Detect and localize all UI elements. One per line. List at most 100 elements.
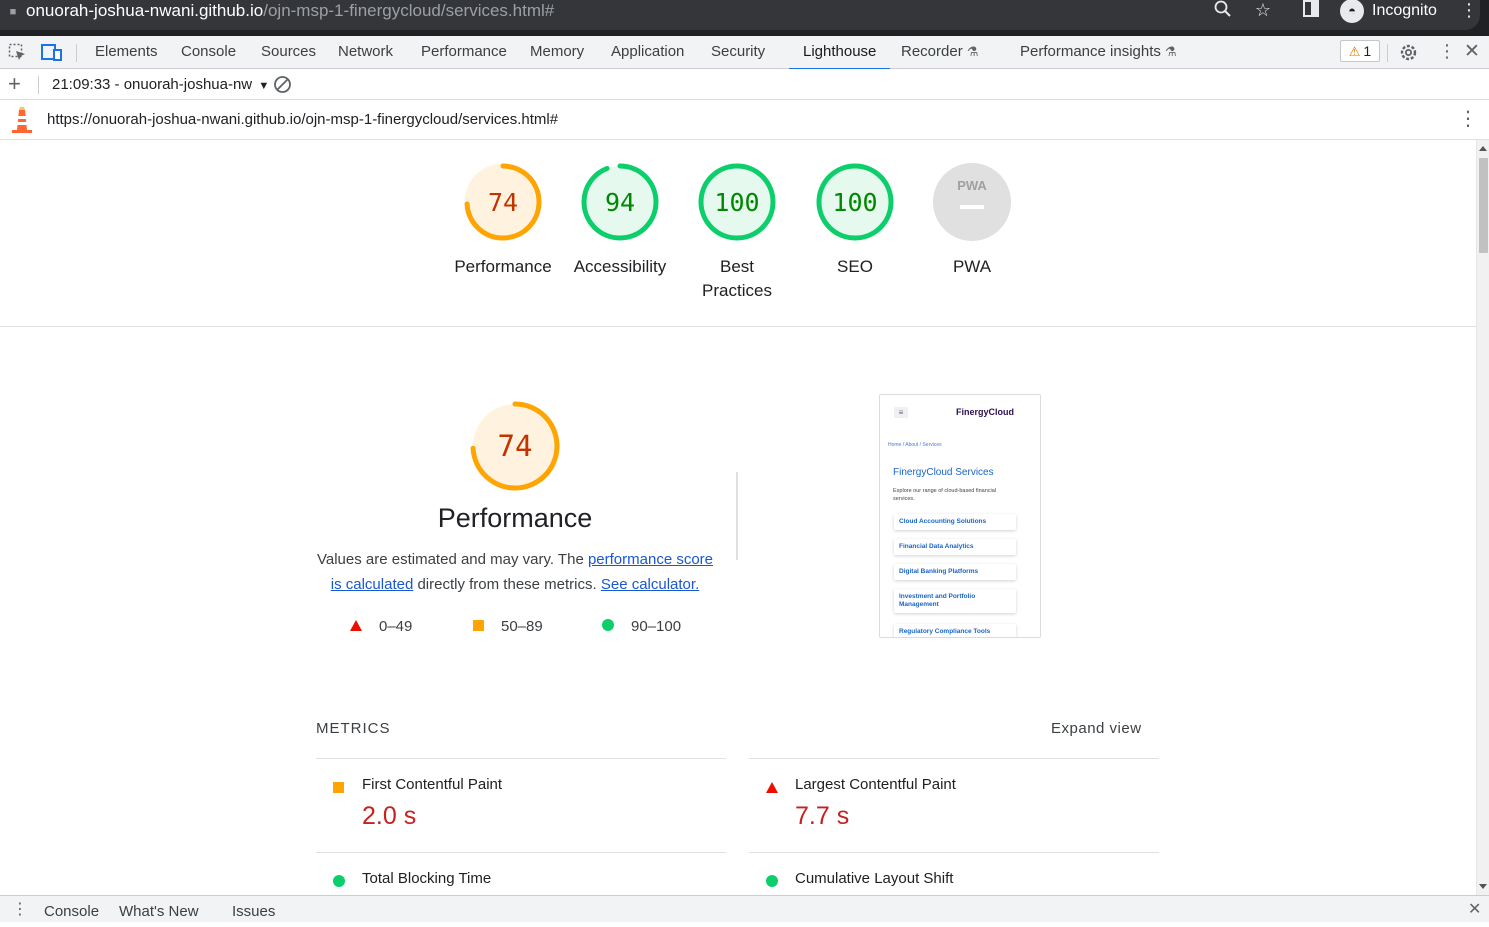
settings-gear-icon[interactable] bbox=[1398, 42, 1419, 68]
tab-security[interactable]: Security bbox=[711, 36, 765, 69]
metric-lcp-value: 7.7 s bbox=[795, 802, 850, 830]
toolbar-separator bbox=[38, 76, 39, 94]
gauge-accessibility-label: Accessibility bbox=[573, 257, 667, 276]
browser-top-bar: ■ onuorah-joshua-nwani.github.io/ojn-msp… bbox=[0, 0, 1489, 36]
tab-elements[interactable]: Elements bbox=[95, 36, 158, 69]
tab-sources[interactable]: Sources bbox=[261, 36, 316, 69]
scroll-up-arrow-icon[interactable] bbox=[1479, 146, 1487, 151]
warning-counter[interactable]: ⚠ 1 bbox=[1340, 40, 1380, 62]
device-toolbar-icon[interactable] bbox=[41, 43, 63, 67]
final-screenshot-thumbnail[interactable]: ≡ FinergyCloud Home / About / Services F… bbox=[879, 394, 1041, 638]
zoom-search-icon[interactable] bbox=[1212, 0, 1234, 22]
legend-average-range: 50–89 bbox=[501, 618, 543, 635]
toolbar-separator bbox=[76, 44, 77, 62]
side-panel-icon[interactable] bbox=[1300, 0, 1322, 22]
pass-circle-icon bbox=[766, 874, 778, 892]
lighthouse-toolbar: + 21:09:33 - onuorah-joshua-nw ▼ bbox=[0, 69, 1489, 100]
drawer-menu-icon[interactable]: ⋮ bbox=[12, 900, 28, 920]
fail-triangle-icon bbox=[350, 620, 362, 631]
legend-average: 50–89 bbox=[473, 617, 543, 637]
pass-circle-icon bbox=[602, 619, 614, 631]
average-square-icon bbox=[473, 620, 484, 631]
bookmark-star-icon[interactable]: ☆ bbox=[1252, 0, 1274, 22]
incognito-icon: ◓ bbox=[1340, 0, 1364, 23]
tab-recorder[interactable]: Recorder ⚗ bbox=[901, 36, 978, 69]
tab-recorder-label: Recorder bbox=[901, 43, 963, 60]
tab-console[interactable]: Console bbox=[181, 36, 236, 69]
pwa-badge-icon: PWA bbox=[933, 163, 1011, 241]
scrollbar-thumb[interactable] bbox=[1479, 158, 1488, 253]
metric-cls: Cumulative Layout Shift bbox=[749, 854, 1159, 895]
warning-icon: ⚠ bbox=[1348, 44, 1361, 59]
experiment-flask-icon: ⚗ bbox=[966, 44, 979, 59]
metric-divider bbox=[749, 852, 1159, 853]
inspect-element-icon[interactable] bbox=[8, 43, 27, 67]
gauge-seo-ring: 100 bbox=[816, 163, 894, 241]
drawer-tab-issues[interactable]: Issues bbox=[232, 896, 275, 927]
thumb-title: FinergyCloud Services bbox=[893, 467, 994, 478]
metric-cls-name: Cumulative Layout Shift bbox=[795, 870, 954, 887]
performance-main-gauge: 74 bbox=[470, 401, 560, 491]
new-report-plus-icon[interactable]: + bbox=[8, 72, 21, 96]
report-url-bar: https://onuorah-joshua-nwani.github.io/o… bbox=[0, 100, 1489, 140]
experiment-flask-icon: ⚗ bbox=[1164, 44, 1177, 59]
thumb-card: Investment and Portfolio Management bbox=[894, 589, 1016, 613]
warning-count: 1 bbox=[1363, 43, 1372, 59]
thumb-card: Digital Banking Platforms bbox=[894, 564, 1016, 580]
tab-application[interactable]: Application bbox=[611, 36, 684, 69]
gauge-seo[interactable]: 100 SEO bbox=[800, 163, 910, 279]
tab-performance[interactable]: Performance bbox=[421, 36, 507, 69]
thumb-card: Cloud Accounting Solutions bbox=[894, 514, 1016, 530]
url-path: /ojn-msp-1-finergycloud/services.html# bbox=[263, 1, 555, 20]
scroll-down-arrow-icon[interactable] bbox=[1479, 884, 1487, 889]
gauge-seo-label: SEO bbox=[837, 257, 873, 276]
tab-network[interactable]: Network bbox=[338, 36, 393, 69]
close-devtools-icon[interactable]: ✕ bbox=[1464, 40, 1480, 63]
gauge-performance-label: Performance bbox=[454, 257, 552, 276]
thumb-brand: FinergyCloud bbox=[956, 407, 1014, 417]
metric-divider bbox=[749, 758, 1159, 759]
desc-prefix: Values are estimated and may vary. The bbox=[316, 551, 588, 568]
tab-performance-insights[interactable]: Performance insights ⚗ bbox=[1020, 36, 1177, 69]
devtools-tab-bar: Elements Console Sources Network Perform… bbox=[0, 36, 1489, 70]
gauge-best-practices-label: Best Practices bbox=[682, 255, 792, 303]
gauge-accessibility-value: 94 bbox=[605, 188, 635, 217]
report-menu-icon[interactable]: ⋮ bbox=[1458, 108, 1478, 130]
address-text[interactable]: onuorah-joshua-nwani.github.io/ojn-msp-1… bbox=[26, 0, 554, 22]
tab-lighthouse[interactable]: Lighthouse bbox=[788, 36, 891, 70]
drawer-tab-console[interactable]: Console bbox=[44, 896, 99, 927]
gauge-pwa-label: PWA bbox=[952, 257, 992, 276]
performance-heading: Performance bbox=[437, 503, 593, 533]
metric-lcp-name: Largest Contentful Paint bbox=[795, 776, 956, 793]
gauge-pwa[interactable]: PWA PWA bbox=[917, 163, 1027, 279]
average-square-icon bbox=[333, 780, 344, 798]
thumb-card: Regulatory Compliance Tools bbox=[894, 624, 1016, 637]
pwa-badge-text: PWA bbox=[957, 178, 987, 193]
tab-memory[interactable]: Memory bbox=[530, 36, 584, 69]
gauge-seo-value: 100 bbox=[832, 188, 877, 217]
gauge-performance-ring: 74 bbox=[464, 163, 542, 241]
see-calculator-link[interactable]: See calculator. bbox=[601, 576, 699, 593]
close-drawer-icon[interactable]: ✕ bbox=[1468, 900, 1481, 920]
metric-divider bbox=[316, 758, 726, 759]
report-select-label: 21:09:33 - onuorah-joshua-nw bbox=[52, 76, 253, 93]
gauge-accessibility[interactable]: 94 Accessibility bbox=[565, 163, 675, 279]
gauge-best-practices[interactable]: 100 Best Practices bbox=[682, 163, 792, 303]
devtools-more-icon[interactable]: ⋮ bbox=[1438, 41, 1456, 62]
browser-menu-icon[interactable]: ⋮ bbox=[1458, 0, 1480, 22]
metric-tbt-name: Total Blocking Time bbox=[362, 870, 492, 887]
lock-icon[interactable]: ■ bbox=[2, 2, 24, 24]
metric-fcp: First Contentful Paint 2.0 s bbox=[316, 760, 726, 852]
report-scrollbar[interactable] bbox=[1476, 140, 1489, 895]
toolbar-separator bbox=[1387, 44, 1388, 62]
clear-reports-icon[interactable] bbox=[273, 75, 292, 99]
drawer-tab-whats-new[interactable]: What's New bbox=[119, 896, 199, 927]
gauge-accessibility-ring: 94 bbox=[581, 163, 659, 241]
legend-pass-range: 90–100 bbox=[631, 618, 682, 635]
expand-view-toggle[interactable]: Expand view bbox=[1051, 720, 1142, 737]
desc-middle: directly from these metrics. bbox=[413, 576, 601, 593]
gauge-performance[interactable]: 74 Performance bbox=[448, 163, 558, 279]
incognito-indicator[interactable]: ◓ Incognito bbox=[1338, 0, 1449, 24]
url-host: onuorah-joshua-nwani.github.io bbox=[26, 1, 264, 20]
report-select[interactable]: 21:09:33 - onuorah-joshua-nw ▼ bbox=[52, 69, 269, 102]
